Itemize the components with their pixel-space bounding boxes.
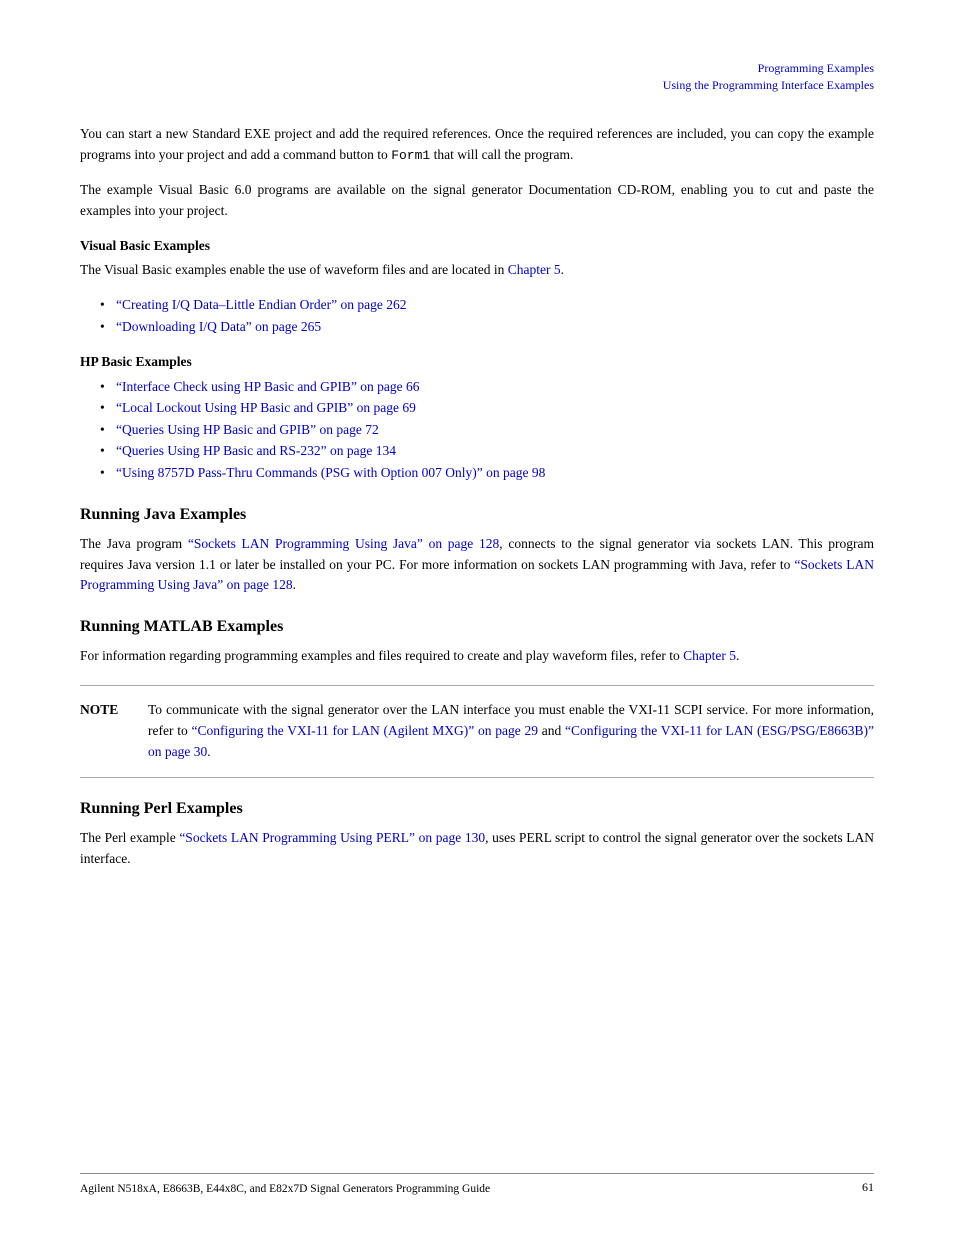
matlab-paragraph: For information regarding programming ex… [80,646,874,667]
matlab-heading: Running MATLAB Examples [80,618,874,636]
matlab-text-2: . [736,648,739,663]
list-item: “Interface Check using HP Basic and GPIB… [100,376,874,398]
perl-text-1: The Perl example [80,830,179,845]
matlab-chapter5-link[interactable]: Chapter 5 [683,648,736,663]
note-text-2: and [538,723,565,738]
java-text-1: The Java program [80,536,188,551]
list-item: “Queries Using HP Basic and RS-232” on p… [100,440,874,462]
footer-page-number: 61 [862,1180,874,1195]
intro-paragraph-1: You can start a new Standard EXE project… [80,124,874,166]
vb-chapter5-link[interactable]: Chapter 5 [508,262,561,277]
hp-bullet-list: “Interface Check using HP Basic and GPIB… [100,376,874,484]
vb-link-1[interactable]: “Creating I/Q Data–Little Endian Order” … [116,297,407,312]
page-header: Programming Examples Using the Programmi… [80,60,874,94]
hp-link-4[interactable]: “Queries Using HP Basic and RS-232” on p… [116,443,396,458]
vb-heading: Visual Basic Examples [80,238,874,254]
list-item: “Using 8757D Pass-Thru Commands (PSG wit… [100,462,874,484]
java-text-3: . [293,577,296,592]
intro-text-1-end: that will call the program. [430,147,573,162]
hp-link-2[interactable]: “Local Lockout Using HP Basic and GPIB” … [116,400,416,415]
note-link-1[interactable]: “Configuring the VXI-11 for LAN (Agilent… [191,723,537,738]
hp-link-5[interactable]: “Using 8757D Pass-Thru Commands (PSG wit… [116,465,545,480]
list-item: “Downloading I/Q Data” on page 265 [100,316,874,338]
perl-link[interactable]: “Sockets LAN Programming Using PERL” on … [179,830,485,845]
footer: Agilent N518xA, E8663B, E44x8C, and E82x… [80,1173,874,1195]
list-item: “Local Lockout Using HP Basic and GPIB” … [100,397,874,419]
hp-link-1[interactable]: “Interface Check using HP Basic and GPIB… [116,379,420,394]
perl-paragraph: The Perl example “Sockets LAN Programmin… [80,828,874,870]
note-text-3: . [207,744,210,759]
vb-intro-paragraph: The Visual Basic examples enable the use… [80,260,874,281]
hp-link-3[interactable]: “Queries Using HP Basic and GPIB” on pag… [116,422,379,437]
header-line1: Programming Examples [80,60,874,77]
form1-code: Form1 [391,148,430,163]
perl-heading: Running Perl Examples [80,800,874,818]
vb-intro-text: The Visual Basic examples enable the use… [80,262,508,277]
list-item: “Queries Using HP Basic and GPIB” on pag… [100,419,874,441]
java-link-1[interactable]: “Sockets LAN Programming Using Java” on … [188,536,499,551]
java-heading: Running Java Examples [80,506,874,524]
header-line2: Using the Programming Interface Examples [80,77,874,94]
page: Programming Examples Using the Programmi… [0,0,954,1235]
footer-left-text: Agilent N518xA, E8663B, E44x8C, and E82x… [80,1183,490,1195]
java-paragraph: The Java program “Sockets LAN Programmin… [80,534,874,597]
vb-bullet-list: “Creating I/Q Data–Little Endian Order” … [100,294,874,337]
note-label: NOTE [80,700,128,763]
vb-link-2[interactable]: “Downloading I/Q Data” on page 265 [116,319,321,334]
note-box: NOTE To communicate with the signal gene… [80,685,874,778]
hp-heading: HP Basic Examples [80,354,874,370]
list-item: “Creating I/Q Data–Little Endian Order” … [100,294,874,316]
note-content: To communicate with the signal generator… [148,700,874,763]
matlab-text-1: For information regarding programming ex… [80,648,683,663]
intro-paragraph-2: The example Visual Basic 6.0 programs ar… [80,180,874,222]
